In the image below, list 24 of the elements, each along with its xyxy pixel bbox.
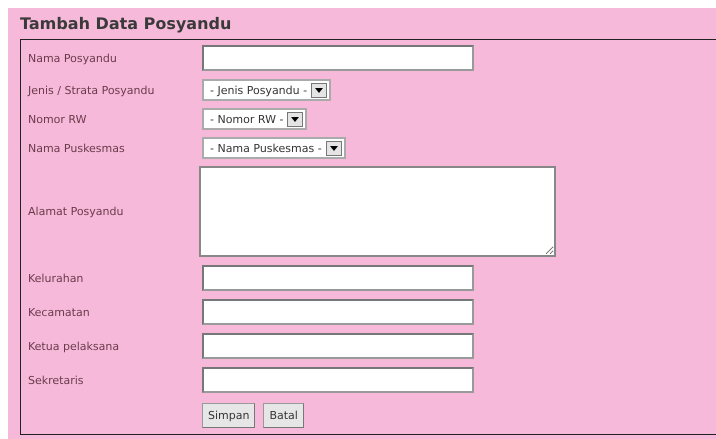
select-field[interactable]: - Jenis Posyandu - xyxy=(202,79,332,101)
caret-icon xyxy=(326,140,342,156)
field-label: Nama Puskesmas xyxy=(28,142,125,154)
select-field[interactable]: - Nama Puskesmas - xyxy=(202,137,346,159)
save-button[interactable]: Simpan xyxy=(202,403,256,428)
text-field[interactable] xyxy=(202,299,474,325)
select-field[interactable]: - Nomor RW - xyxy=(202,108,308,130)
form-title: Tambah Data Posyandu xyxy=(20,14,232,34)
field-label: Nama Posyandu xyxy=(28,52,117,64)
field-label: Ketua pelaksana xyxy=(28,340,120,352)
caret-icon xyxy=(287,112,304,126)
field-label: Jenis / Strata Posyandu xyxy=(28,84,154,96)
field-label: Kelurahan xyxy=(28,272,84,284)
field-label: Kecamatan xyxy=(28,306,90,318)
cancel-button[interactable]: Batal xyxy=(263,403,304,428)
field-label: Sekretaris xyxy=(28,374,84,386)
field-label: Nomor RW xyxy=(28,112,86,126)
caret-icon xyxy=(311,82,328,98)
textarea-field[interactable] xyxy=(199,166,556,257)
text-field[interactable] xyxy=(202,45,474,71)
field-label: Alamat Posyandu xyxy=(28,205,124,218)
text-field[interactable] xyxy=(202,265,474,291)
text-field[interactable] xyxy=(202,333,474,359)
text-field[interactable] xyxy=(202,367,474,393)
